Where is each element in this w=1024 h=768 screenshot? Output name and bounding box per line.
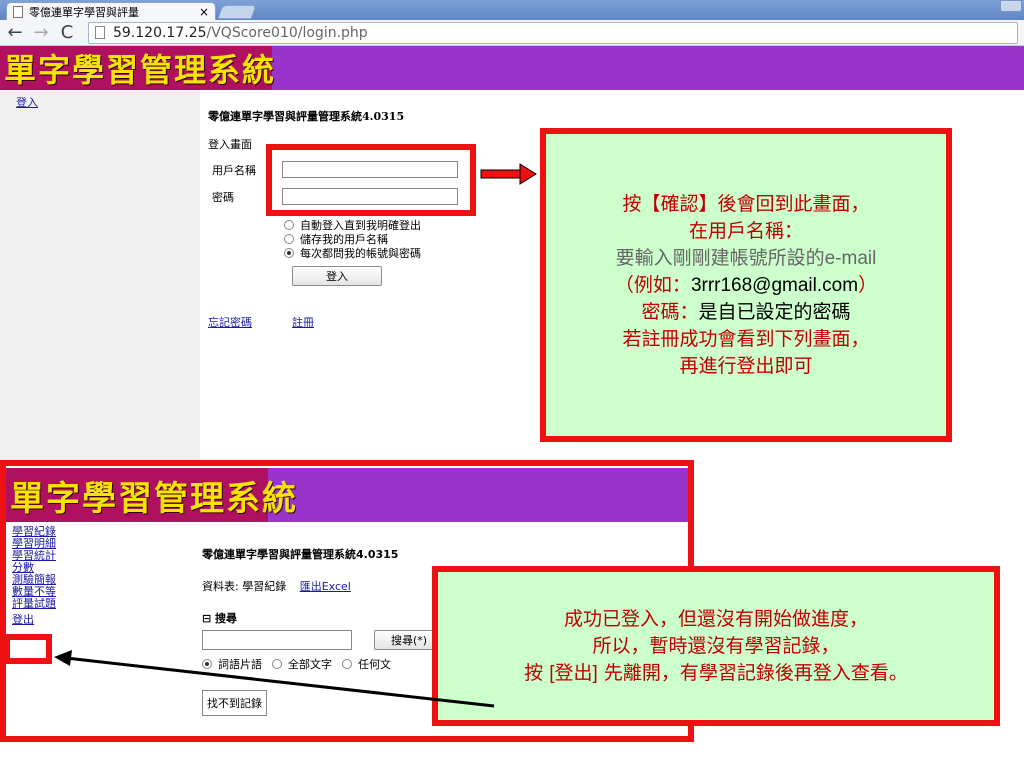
left-nav: 學習紀錄 學習明細 學習統計 分數 測驗簡報 數量不等 評量試題 登出 (12, 526, 72, 626)
address-bar[interactable]: 59.120.17.25/VQScore010/login.php (88, 21, 1018, 44)
note-line: 密碼：是自已設定的密碼 (641, 300, 851, 323)
radio-button[interactable] (342, 659, 352, 669)
page-icon (13, 5, 23, 18)
highlight-box-credentials (266, 144, 476, 216)
note-line: 按【確認】後會回到此畫面， (622, 192, 870, 215)
site-logo: 單字學習管理系統 (6, 468, 296, 522)
url-host: 59.120.17.25 (113, 24, 207, 41)
radio-button[interactable] (284, 234, 294, 244)
login-option-row[interactable]: 每次都問我的帳號與密碼 (284, 245, 421, 261)
forgot-password-link[interactable]: 忘記密碼 (208, 314, 252, 330)
search-option-label: 詞語片語 (218, 658, 262, 671)
back-arrow-icon[interactable]: ← (4, 22, 26, 44)
browser-toolbar: ← → C 59.120.17.25/VQScore010/login.php (0, 20, 1024, 46)
no-records-message: 找不到記錄 (202, 690, 267, 716)
browser-tab[interactable]: 零億連單字學習與評量 × (6, 2, 216, 20)
right-arrow-icon (480, 163, 537, 185)
site-banner: 單字學習管理系統 (0, 46, 1024, 90)
records-content: 零億連單字學習與評量管理系統4.0315 資料表: 學習紀錄 匯出Excel ⊟… (202, 546, 444, 716)
table-label: 資料表: 學習紀錄 (202, 580, 287, 593)
reload-icon[interactable]: C (56, 22, 78, 44)
left-nav: 登入 (0, 90, 200, 460)
note-line: 要輸入剛剛建帳號所設的e-mail (615, 246, 877, 269)
forward-arrow-icon[interactable]: → (30, 22, 52, 44)
note-line: 按 [登出] 先離開，有學習記錄後再登入查看。 (524, 661, 908, 684)
table-label-row: 資料表: 學習紀錄 匯出Excel (202, 578, 444, 594)
radio-button[interactable] (272, 659, 282, 669)
instruction-note-logout: 成功已登入，但還沒有開始做進度， 所以，暫時還沒有學習記錄， 按 [登出] 先離… (432, 566, 1000, 726)
note-line: 再進行登出即可 (679, 354, 813, 377)
export-excel-link[interactable]: 匯出Excel (300, 580, 351, 593)
login-option-label: 每次都問我的帳號與密碼 (300, 247, 421, 260)
site-logo: 單字學習管理系統 (0, 46, 274, 90)
window-control-button[interactable] (1000, 0, 1022, 12)
nav-link[interactable]: 評量試題 (12, 598, 72, 610)
system-title: 零億連單字學習與評量管理系統4.0315 (202, 548, 399, 561)
register-link[interactable]: 註冊 (292, 314, 314, 330)
search-options: 詞語片語 全部文字 任何文 (202, 656, 444, 672)
highlight-box-logout (4, 634, 52, 664)
system-title: 零億連單字學習與評量管理系統4.0315 (208, 110, 405, 123)
new-tab-button[interactable] (217, 5, 257, 19)
radio-button[interactable] (284, 220, 294, 230)
note-line: 若註冊成功會看到下列畫面， (622, 327, 870, 350)
browser-tab-bar: 零億連單字學習與評量 × (0, 0, 1024, 20)
site-banner: 單字學習管理系統 (6, 468, 688, 522)
search-row: 搜尋(*) (202, 630, 444, 650)
instruction-note-login: 按【確認】後會回到此畫面， 在用戶名稱： 要輸入剛剛建帳號所設的e-mail （… (540, 128, 952, 442)
note-line: 在用戶名稱： (688, 219, 803, 242)
search-input[interactable] (202, 630, 352, 650)
search-label: ⊟ 搜尋 (202, 612, 238, 625)
close-tab-icon[interactable]: × (199, 5, 209, 19)
note-line: 所以，暫時還沒有學習記錄， (592, 634, 840, 657)
note-line: 成功已登入，但還沒有開始做進度， (563, 607, 868, 630)
note-line: （例如：3rrr168@gmail.com） (614, 273, 878, 296)
search-option-label: 任何文 (358, 658, 391, 671)
url-path: /VQScore010/login.php (206, 24, 368, 41)
page-icon (95, 26, 105, 39)
tab-title: 零億連單字學習與評量 (29, 5, 139, 19)
nav-login-link[interactable]: 登入 (16, 94, 38, 110)
radio-button[interactable] (284, 248, 294, 258)
login-button[interactable]: 登入 (292, 266, 382, 286)
nav-logout-link[interactable]: 登出 (12, 614, 72, 626)
radio-button[interactable] (202, 659, 212, 669)
search-option-label: 全部文字 (288, 658, 332, 671)
